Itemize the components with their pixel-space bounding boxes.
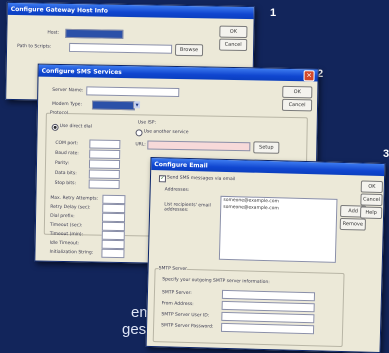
- data-bits-label: Data bits:: [54, 170, 77, 177]
- dial-prefix-label: Dial prefix:: [50, 213, 75, 220]
- dialog-title: Configure Gateway Host Info: [10, 5, 108, 15]
- stop-bits-label: Stop bits:: [54, 180, 77, 187]
- idle-timeout-label: Idle Timeout:: [49, 240, 80, 247]
- baud-rate-label: Baud rate:: [55, 150, 79, 157]
- smtp-server-label: SMTP Server:: [161, 290, 192, 297]
- cancel-button[interactable]: Cancel: [281, 98, 313, 112]
- browse-button[interactable]: Browse: [174, 43, 204, 57]
- setup-button[interactable]: Setup: [253, 141, 280, 154]
- recipients-list[interactable]: someone@example.com someone@example.com: [218, 195, 338, 263]
- com-port-select[interactable]: [89, 139, 121, 150]
- idle-timeout-input[interactable]: [101, 239, 125, 250]
- retry-attempts-input[interactable]: [102, 194, 126, 205]
- close-icon[interactable]: ×: [303, 69, 315, 81]
- init-string-input[interactable]: [101, 248, 125, 259]
- protocol-label: Protocol: [49, 110, 69, 117]
- ok-button[interactable]: OK: [360, 180, 383, 194]
- parity-label: Parity:: [54, 160, 70, 167]
- direct-dial-label: Use direct dial: [59, 123, 92, 130]
- parity-select[interactable]: [88, 159, 121, 170]
- com-port-label: COM port:: [55, 140, 79, 147]
- dialog-title: Configure Email: [154, 160, 208, 169]
- dial-prefix-input[interactable]: [101, 212, 126, 223]
- chevron-down-icon[interactable]: ▼: [132, 101, 141, 109]
- init-string-label: Initialization String:: [49, 249, 94, 256]
- retry-delay-label: Retry Delay (sec):: [50, 204, 91, 211]
- timeout-min-label: Timeout (min):: [49, 231, 84, 238]
- recipients-desc-label: List recipients' email addresses:: [164, 202, 211, 213]
- another-service-label: Use another service: [143, 129, 189, 136]
- path-input[interactable]: [69, 42, 173, 54]
- host-label: Host:: [47, 30, 60, 36]
- help-button[interactable]: Help: [359, 206, 383, 220]
- step-number-3: 3: [383, 148, 389, 160]
- path-label: Path to Scripts:: [17, 44, 52, 50]
- retry-attempts-label: Max. Retry Attempts:: [50, 195, 99, 202]
- direct-dial-radio[interactable]: [51, 123, 59, 131]
- smtp-group-label: SMTP Server: [158, 266, 188, 272]
- step-number-1: 1: [270, 7, 277, 19]
- remove-button[interactable]: Remove: [339, 217, 366, 231]
- url-label: URL:: [135, 142, 146, 148]
- ok-button[interactable]: OK: [282, 85, 313, 99]
- enable-email-checkbox[interactable]: ✓: [158, 175, 167, 183]
- timeout-sec-label: Timeout (sec):: [49, 222, 83, 229]
- enable-email-label: Send SMS messages via email: [166, 175, 236, 183]
- ok-button[interactable]: OK: [219, 25, 248, 39]
- host-input[interactable]: [65, 28, 124, 39]
- titlebar: Configure SMS Services ×: [38, 64, 318, 82]
- dialog-title: Configure SMS Services: [41, 67, 122, 76]
- modem-type-select[interactable]: [91, 100, 136, 111]
- addresses-label: Addresses:: [164, 187, 190, 193]
- data-bits-select[interactable]: [88, 169, 120, 180]
- server-input[interactable]: [86, 86, 180, 98]
- cancel-button[interactable]: Cancel: [360, 193, 383, 207]
- timeout-sec-input[interactable]: [101, 221, 125, 232]
- titlebar: Configure Gateway Host Info: [7, 2, 254, 20]
- smtp-from-label: From Address:: [161, 301, 194, 308]
- modem-type-label: Modem Type:: [51, 101, 83, 108]
- retry-delay-input[interactable]: [102, 203, 126, 214]
- cancel-button[interactable]: Cancel: [219, 38, 248, 52]
- url-input[interactable]: [147, 140, 251, 152]
- server-label: Server Name:: [52, 87, 84, 94]
- baud-rate-select[interactable]: [89, 149, 121, 160]
- timeout-min-input[interactable]: [101, 230, 125, 241]
- stop-bits-select[interactable]: [88, 179, 120, 190]
- titlebar: Configure Email: [151, 157, 385, 177]
- isp-label: Use ISP:: [137, 120, 157, 126]
- email-config-dialog: Configure Email ✓ Send SMS messages via …: [145, 156, 386, 353]
